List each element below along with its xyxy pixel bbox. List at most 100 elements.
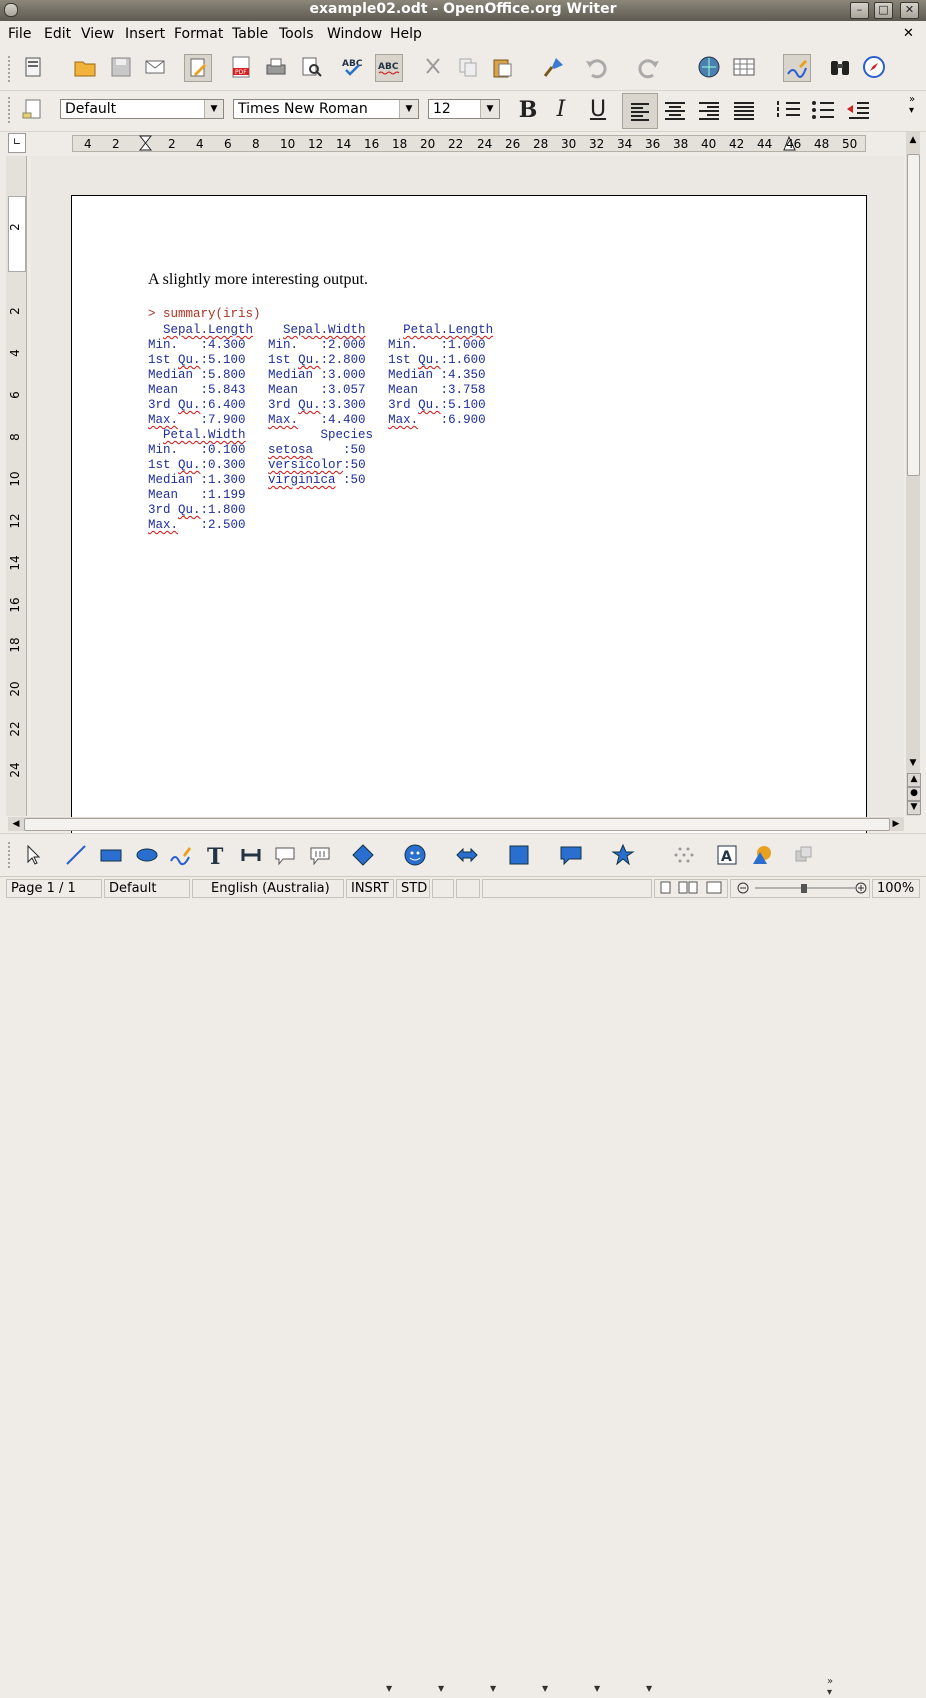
clone-formatting-icon[interactable] (541, 54, 567, 80)
menu-table[interactable]: Table (232, 26, 268, 42)
decrease-indent-button[interactable] (843, 93, 873, 127)
callouts-icon[interactable] (558, 842, 584, 868)
output-line[interactable]: Median :5.800 Median :3.000 Median :4.35… (148, 368, 486, 383)
output-line[interactable]: Mean :5.843 Mean :3.057 Mean :3.758 (148, 383, 486, 398)
close-document-icon[interactable]: ✕ (903, 26, 914, 41)
page-style-indicator[interactable]: Default (104, 879, 190, 898)
language-indicator[interactable]: English (Australia) (192, 879, 344, 898)
spellcheck-icon[interactable]: ABC (340, 54, 366, 80)
extrusion-icon[interactable] (791, 842, 817, 868)
chevron-down-icon[interactable]: ▼ (399, 100, 418, 118)
freeform-line-icon[interactable] (168, 842, 194, 868)
connector-icon[interactable] (238, 842, 264, 868)
minimize-button[interactable]: – (850, 2, 869, 19)
zoom-slider[interactable] (730, 879, 870, 898)
zoom-level[interactable]: 100% (872, 879, 920, 898)
italic-button[interactable]: I (547, 97, 575, 123)
align-center-button[interactable] (660, 93, 690, 127)
maximize-button[interactable]: □ (874, 2, 893, 19)
undo-icon[interactable] (583, 54, 609, 80)
ellipse-icon[interactable] (134, 842, 160, 868)
chevron-down-icon[interactable]: ▼ (204, 100, 223, 118)
menu-tools[interactable]: Tools (279, 26, 314, 42)
redo-icon[interactable] (636, 54, 662, 80)
print-preview-icon[interactable] (298, 54, 324, 80)
document-page[interactable]: A slightly more interesting output. > su… (71, 195, 867, 836)
previous-page-icon[interactable]: ▲ (907, 773, 921, 787)
left-indent-marker-icon[interactable] (138, 135, 153, 151)
shapes-dropdown-icon[interactable]: ▼ (386, 1684, 392, 1693)
output-line[interactable]: Median :1.300 virginica :50 (148, 473, 366, 488)
scroll-left-icon[interactable]: ◀ (10, 817, 22, 831)
arrows-dropdown-icon[interactable]: ▼ (490, 1684, 496, 1693)
basic-shapes-icon[interactable] (350, 842, 376, 868)
open-folder-icon[interactable] (72, 54, 98, 80)
toolbar-overflow-icon[interactable]: »▾ (909, 94, 915, 116)
output-line[interactable]: 3rd Qu.:6.400 3rd Qu.:3.300 3rd Qu.:5.10… (148, 398, 486, 413)
font-name-select[interactable]: Times New Roman ▼ (233, 99, 419, 119)
bold-button[interactable]: B (514, 97, 542, 123)
justify-button[interactable] (729, 93, 759, 127)
flowchart-dropdown-icon[interactable]: ▼ (542, 1684, 548, 1693)
output-line[interactable]: Petal.Width Species (148, 428, 373, 443)
menu-edit[interactable]: Edit (44, 26, 71, 42)
output-line[interactable]: 3rd Qu.:1.800 (148, 503, 246, 518)
text-icon[interactable]: T (202, 842, 228, 868)
navigator-icon[interactable] (861, 54, 887, 80)
find-replace-icon[interactable] (827, 54, 853, 80)
modified-indicator[interactable] (432, 879, 454, 898)
tab-stop-selector-icon[interactable]: ∟ (8, 133, 26, 153)
menu-file[interactable]: File (8, 26, 31, 42)
selection-mode-indicator[interactable]: STD (396, 879, 430, 898)
align-right-button[interactable] (694, 93, 724, 127)
line-icon[interactable] (63, 842, 89, 868)
menu-help[interactable]: Help (390, 26, 422, 42)
rectangle-icon[interactable] (98, 842, 124, 868)
table-icon[interactable] (731, 54, 757, 80)
close-window-button[interactable]: ✕ (900, 2, 919, 19)
output-line[interactable]: Mean :1.199 (148, 488, 246, 503)
scrollbar-thumb[interactable] (24, 818, 890, 831)
font-size-select[interactable]: 12 ▼ (428, 99, 500, 119)
autospellcheck-icon[interactable]: ABC (375, 54, 403, 82)
scroll-up-icon[interactable]: ▲ (907, 135, 919, 153)
symbol-dropdown-icon[interactable]: ▼ (438, 1684, 444, 1693)
output-line[interactable]: Min. :4.300 Min. :2.000 Min. :1.000 (148, 338, 486, 353)
numbering-button[interactable] (774, 93, 804, 127)
menu-window[interactable]: Window (327, 26, 382, 42)
new-document-icon[interactable] (20, 54, 46, 80)
underline-button[interactable]: U (584, 97, 612, 123)
callouts-dropdown-icon[interactable]: ▼ (594, 1684, 600, 1693)
menu-insert[interactable]: Insert (125, 26, 165, 42)
hyperlink-icon[interactable] (696, 54, 722, 80)
fontwork-icon[interactable]: A (714, 842, 740, 868)
vertical-scrollbar[interactable]: ▲ ▼ ▲ ● ▼ (906, 132, 921, 816)
legend-icon[interactable] (307, 842, 333, 868)
horizontal-scrollbar[interactable]: ◀ ▶ (8, 817, 904, 831)
output-line[interactable]: Min. :0.100 setosa :50 (148, 443, 366, 458)
output-line[interactable]: 1st Qu.:0.300 versicolor:50 (148, 458, 366, 473)
insert-mode-indicator[interactable]: INSRT (346, 879, 394, 898)
align-left-button[interactable] (622, 93, 658, 129)
scroll-down-icon[interactable]: ▼ (907, 758, 919, 772)
stars-icon[interactable] (610, 842, 636, 868)
menu-view[interactable]: View (81, 26, 114, 42)
styles-formatting-icon[interactable] (20, 96, 46, 122)
save-icon[interactable] (108, 54, 134, 80)
export-pdf-icon[interactable]: PDF (228, 54, 254, 80)
r-command-line[interactable]: > summary(iris) (148, 307, 261, 322)
toolbar-overflow-icon[interactable]: »▾ (827, 1676, 833, 1698)
toolbar-grip-icon[interactable] (8, 56, 14, 82)
print-icon[interactable] (263, 54, 289, 80)
view-layout-buttons[interactable] (654, 879, 728, 898)
flowchart-icon[interactable] (506, 842, 532, 868)
output-line[interactable]: 1st Qu.:5.100 1st Qu.:2.800 1st Qu.:1.60… (148, 353, 486, 368)
scroll-right-icon[interactable]: ▶ (890, 817, 902, 831)
edit-mode-icon[interactable] (184, 54, 212, 82)
output-line[interactable]: Max. :2.500 (148, 518, 246, 533)
bullets-button[interactable] (808, 93, 838, 127)
output-line[interactable]: Max. :7.900 Max. :4.400 Max. :6.900 (148, 413, 486, 428)
scrollbar-thumb[interactable] (907, 154, 920, 476)
menu-format[interactable]: Format (174, 26, 223, 42)
show-draw-functions-icon[interactable] (783, 54, 811, 82)
